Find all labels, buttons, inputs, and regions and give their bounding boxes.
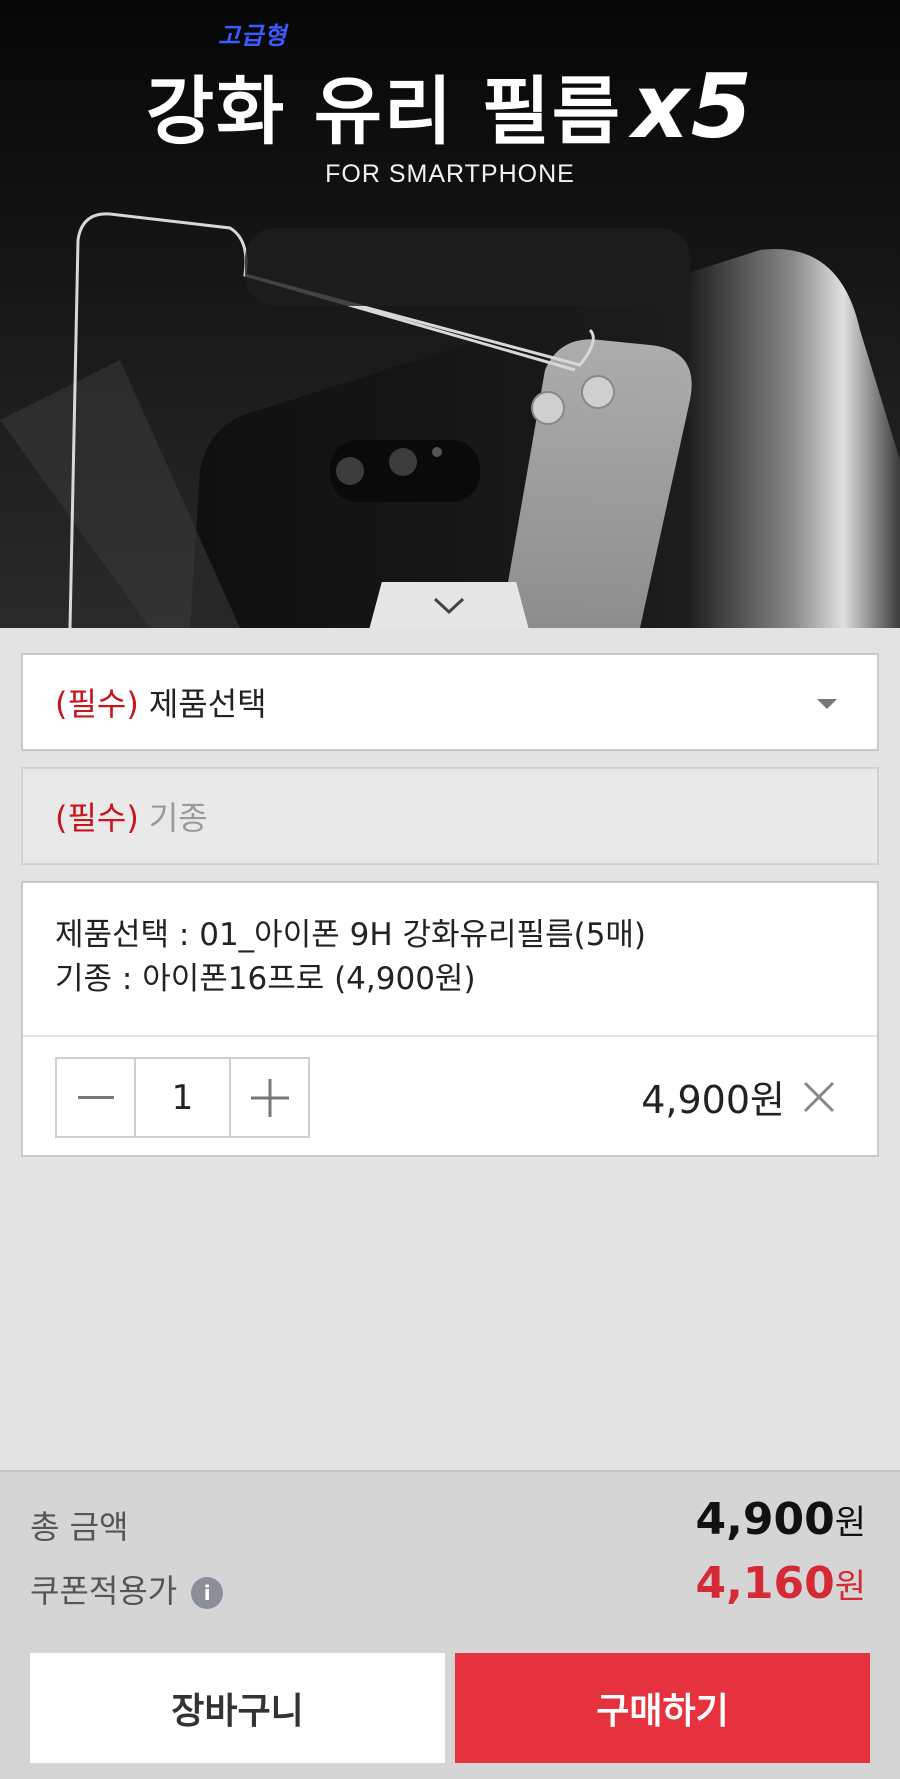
hero-title-multiplier: x5 bbox=[632, 55, 754, 158]
coupon-price: 4,160원 bbox=[696, 1558, 866, 1609]
model-select[interactable]: (필수) 기종 bbox=[21, 767, 879, 865]
hero-subtitle: FOR SMARTPHONE bbox=[325, 160, 575, 188]
increase-quantity-button[interactable] bbox=[231, 1059, 308, 1136]
close-icon bbox=[803, 1081, 835, 1113]
info-icon[interactable]: i bbox=[191, 1577, 224, 1609]
hero-title: 강화 유리 필름 x5 bbox=[0, 52, 900, 159]
quantity-stepper: 1 bbox=[55, 1057, 310, 1138]
product-hero-banner: 고급형 강화 유리 필름 x5 FOR SMARTPHONE bbox=[0, 0, 900, 628]
selected-option-info: 제품선택 : 01_아이폰 9H 강화유리필름(5매) 기종 : 아이폰16프로… bbox=[23, 883, 877, 1001]
total-price-value: 4,900 bbox=[695, 1494, 835, 1545]
total-label: 총 금액 bbox=[30, 1508, 129, 1546]
minus-icon bbox=[77, 1095, 114, 1099]
coupon-price-value: 4,160 bbox=[695, 1558, 835, 1609]
buy-now-button[interactable]: 구매하기 bbox=[455, 1653, 870, 1763]
product-select[interactable]: (필수) 제품선택 bbox=[21, 653, 879, 751]
hero-title-text: 강화 유리 필름 bbox=[145, 69, 622, 155]
model-select-placeholder: 기종 bbox=[148, 799, 208, 837]
coupon-label: 쿠폰적용가 i bbox=[30, 1566, 224, 1612]
total-price-unit: 원 bbox=[834, 1503, 866, 1543]
required-label: (필수) bbox=[55, 799, 139, 837]
coupon-price-unit: 원 bbox=[834, 1567, 866, 1607]
add-to-cart-button[interactable]: 장바구니 bbox=[30, 1653, 445, 1763]
decrease-quantity-button[interactable] bbox=[57, 1059, 134, 1136]
total-price: 4,900원 bbox=[696, 1494, 866, 1545]
product-select-placeholder: 제품선택 bbox=[148, 685, 267, 723]
collapse-banner-button[interactable] bbox=[369, 582, 529, 628]
selected-option-card: 제품선택 : 01_아이폰 9H 강화유리필름(5매) 기종 : 아이폰16프로… bbox=[21, 881, 879, 1157]
premium-tag: 고급형 bbox=[218, 22, 288, 50]
required-label: (필수) bbox=[55, 685, 139, 723]
coupon-label-text: 쿠폰적용가 bbox=[30, 1572, 178, 1610]
divider bbox=[23, 1035, 877, 1037]
remove-item-button[interactable] bbox=[801, 1079, 837, 1115]
dropdown-arrow-icon bbox=[817, 699, 837, 709]
item-price: 4,900원 bbox=[641, 1078, 785, 1122]
chevron-down-icon bbox=[433, 597, 465, 615]
selected-product-line: 제품선택 : 01_아이폰 9H 강화유리필름(5매) bbox=[55, 917, 647, 953]
selected-model-line: 기종 : 아이폰16프로 (4,900원) bbox=[55, 961, 476, 997]
plus-icon bbox=[250, 1078, 289, 1117]
quantity-value[interactable]: 1 bbox=[134, 1059, 231, 1136]
